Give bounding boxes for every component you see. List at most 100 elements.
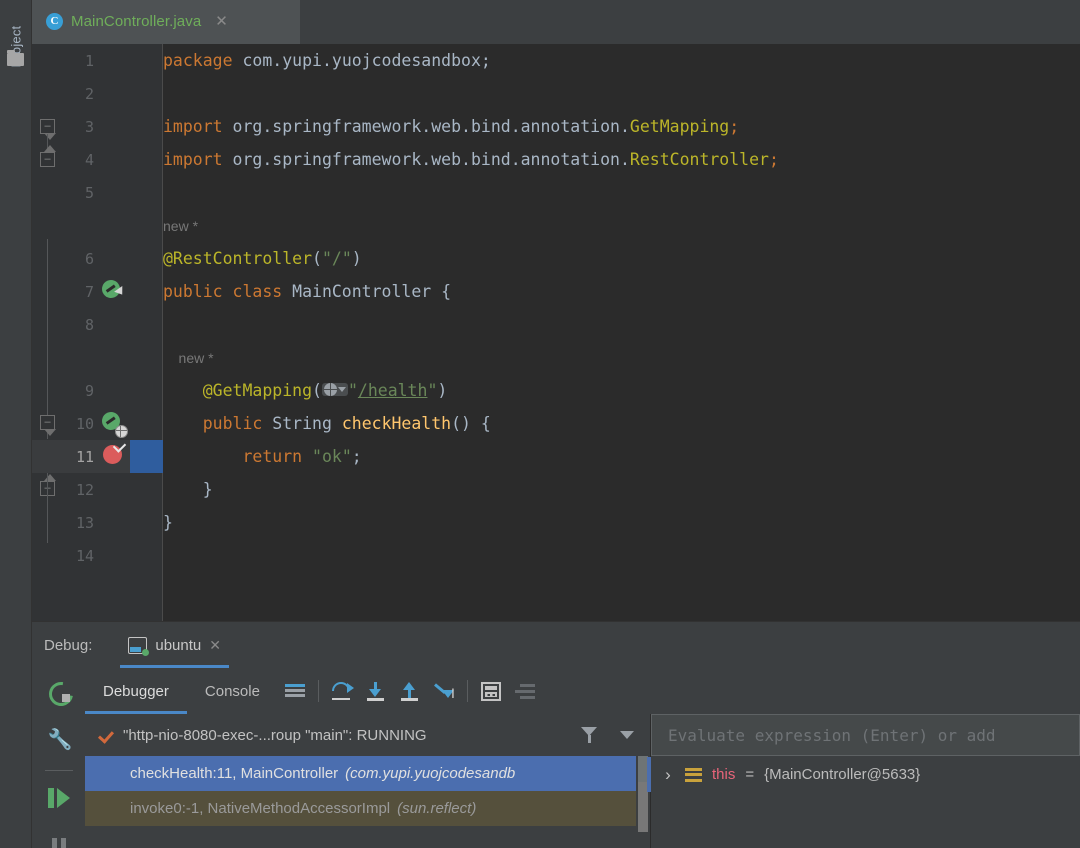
idea-window: Project C MainController.java ✕ 1 2 3 4 … (0, 0, 1080, 848)
variable-name: this (712, 766, 736, 783)
variables-pane[interactable]: Evaluate expression (Enter) or add › thi… (647, 714, 1080, 848)
frame-list-item[interactable]: invoke0:-1, NativeMethodAccessorImpl (su… (85, 791, 650, 826)
code-line-executing: return "ok"; (163, 447, 362, 466)
run-to-cursor-button[interactable]: I (427, 668, 461, 714)
frame-method: checkHealth:11, MainController (130, 765, 339, 782)
inlay-hint-new[interactable]: new * (163, 341, 1080, 374)
debug-tool-window: Debug: ubuntu ✕ 🔧 Debugger Console I "ht… (32, 621, 1080, 848)
close-icon[interactable]: ✕ (215, 14, 228, 29)
run-endpoint-gutter-icon[interactable] (98, 408, 128, 438)
show-frames-button[interactable] (278, 668, 312, 714)
checkmark-icon (97, 726, 115, 744)
close-icon[interactable]: ✕ (209, 637, 221, 654)
evaluate-expression-input[interactable]: Evaluate expression (Enter) or add (651, 714, 1080, 756)
endpoint-path-link[interactable]: /health (358, 381, 428, 400)
step-into-icon (366, 681, 386, 701)
code-line: } (163, 480, 213, 499)
execution-line-fold-highlight (130, 440, 163, 473)
show-frames-icon (284, 684, 305, 698)
code-editor[interactable]: 1 2 3 4 5 6 7 8 9 10 11 12 13 14 – – – – (32, 44, 1080, 621)
fold-marker-imports-close[interactable]: – (40, 145, 56, 167)
frame-package: (com.yupi.yuojcodesandb (345, 765, 516, 782)
fold-line (47, 473, 48, 543)
divider (45, 770, 73, 771)
line-number: 9 (84, 381, 94, 400)
line-number: 5 (84, 183, 94, 202)
fold-marker-method-open[interactable]: – (40, 415, 56, 436)
run-to-cursor-icon: I (433, 682, 455, 701)
code-line: import org.springframework.web.bind.anno… (163, 117, 740, 136)
divider (466, 680, 468, 702)
evaluate-placeholder: Evaluate expression (Enter) or add (668, 725, 996, 745)
resume-button[interactable] (32, 774, 85, 822)
code-line: import org.springframework.web.bind.anno… (163, 150, 779, 169)
tab-debugger[interactable]: Debugger (85, 668, 187, 714)
wrench-icon: 🔧 (47, 729, 73, 751)
thread-status-text: "http-nio-8080-exec-...roup "main": RUNN… (123, 726, 427, 744)
thread-selector[interactable]: "http-nio-8080-exec-...roup "main": RUNN… (85, 714, 650, 756)
variable-value: {MainController@5633} (764, 766, 921, 783)
endpoint-globe-icon[interactable] (321, 383, 348, 396)
line-number: 8 (84, 315, 94, 334)
run-class-gutter-icon[interactable] (98, 276, 127, 302)
variable-row-this[interactable]: › this = {MainController@5633} (651, 757, 1080, 792)
debug-action-strip: 🔧 (32, 668, 85, 848)
frame-method: invoke0:-1, NativeMethodAccessorImpl (130, 800, 391, 817)
code-line: @RestController("/") (163, 249, 362, 268)
rerun-button[interactable] (32, 668, 85, 716)
debug-window-header: Debug: ubuntu ✕ (32, 622, 1080, 668)
debug-session-tab-ubuntu[interactable]: ubuntu ✕ (114, 622, 235, 668)
divider (317, 680, 319, 702)
editor-tab-maincontroller[interactable]: C MainController.java ✕ (32, 0, 300, 44)
chevron-down-icon[interactable] (620, 731, 634, 739)
breakpoint-verified-icon[interactable] (103, 439, 127, 467)
frames-list[interactable]: checkHealth:11, MainController (com.yupi… (85, 756, 650, 848)
editor-tab-label: MainController.java (71, 12, 202, 30)
frame-list-item[interactable]: checkHealth:11, MainController (com.yupi… (85, 756, 650, 791)
code-line: public String checkHealth() { (163, 414, 491, 433)
line-number: 1 (84, 51, 94, 70)
evaluate-expression-icon (480, 681, 501, 701)
evaluate-expression-button[interactable] (474, 668, 508, 714)
java-class-icon: C (46, 12, 63, 30)
tab-console[interactable]: Console (187, 668, 278, 714)
debug-label: Debug: (44, 636, 93, 654)
code-line: package com.yupi.yuojcodesandbox; (163, 51, 491, 70)
line-number: 11 (75, 447, 94, 466)
folder-icon[interactable] (7, 50, 24, 66)
step-over-icon (331, 682, 354, 700)
line-number: 6 (84, 249, 94, 268)
rerun-icon (48, 681, 70, 703)
inlay-hint-new[interactable]: new * (163, 209, 1080, 242)
pause-program-icon (49, 838, 69, 848)
line-number: 2 (84, 84, 94, 103)
pause-button[interactable] (32, 824, 85, 848)
left-tool-strip: Project (0, 0, 32, 848)
code-text-area[interactable]: package com.yupi.yuojcodesandbox; import… (163, 44, 1080, 621)
code-folding-strip[interactable] (130, 44, 163, 621)
debugger-toolbar: Debugger Console I (85, 668, 1080, 714)
line-number: 14 (75, 546, 94, 565)
code-line: } (163, 513, 173, 532)
step-out-button[interactable] (393, 668, 427, 714)
code-line: public class MainController { (163, 282, 452, 301)
code-line: @GetMapping("/health ") (163, 381, 448, 400)
step-out-icon (400, 681, 420, 701)
settings-list-icon (514, 683, 535, 699)
settings-list-button[interactable] (508, 668, 542, 714)
editor-tab-bar: C MainController.java ✕ (32, 0, 1080, 44)
line-number: 7 (84, 282, 94, 301)
debugger-content: Debugger Console I "http-nio-8080-exec-.… (85, 668, 1080, 848)
variable-equals: = (745, 766, 755, 783)
fold-marker-imports-open[interactable]: – (40, 119, 56, 140)
remote-session-icon (128, 636, 150, 656)
step-into-button[interactable] (359, 668, 393, 714)
fold-line (47, 239, 48, 439)
resume-program-icon (47, 788, 70, 808)
line-number: 13 (75, 513, 94, 532)
step-over-button[interactable] (325, 668, 359, 714)
object-icon (685, 767, 702, 782)
filter-icon[interactable] (581, 727, 598, 743)
settings-button[interactable]: 🔧 (32, 716, 85, 764)
chevron-right-icon[interactable]: › (661, 765, 675, 785)
